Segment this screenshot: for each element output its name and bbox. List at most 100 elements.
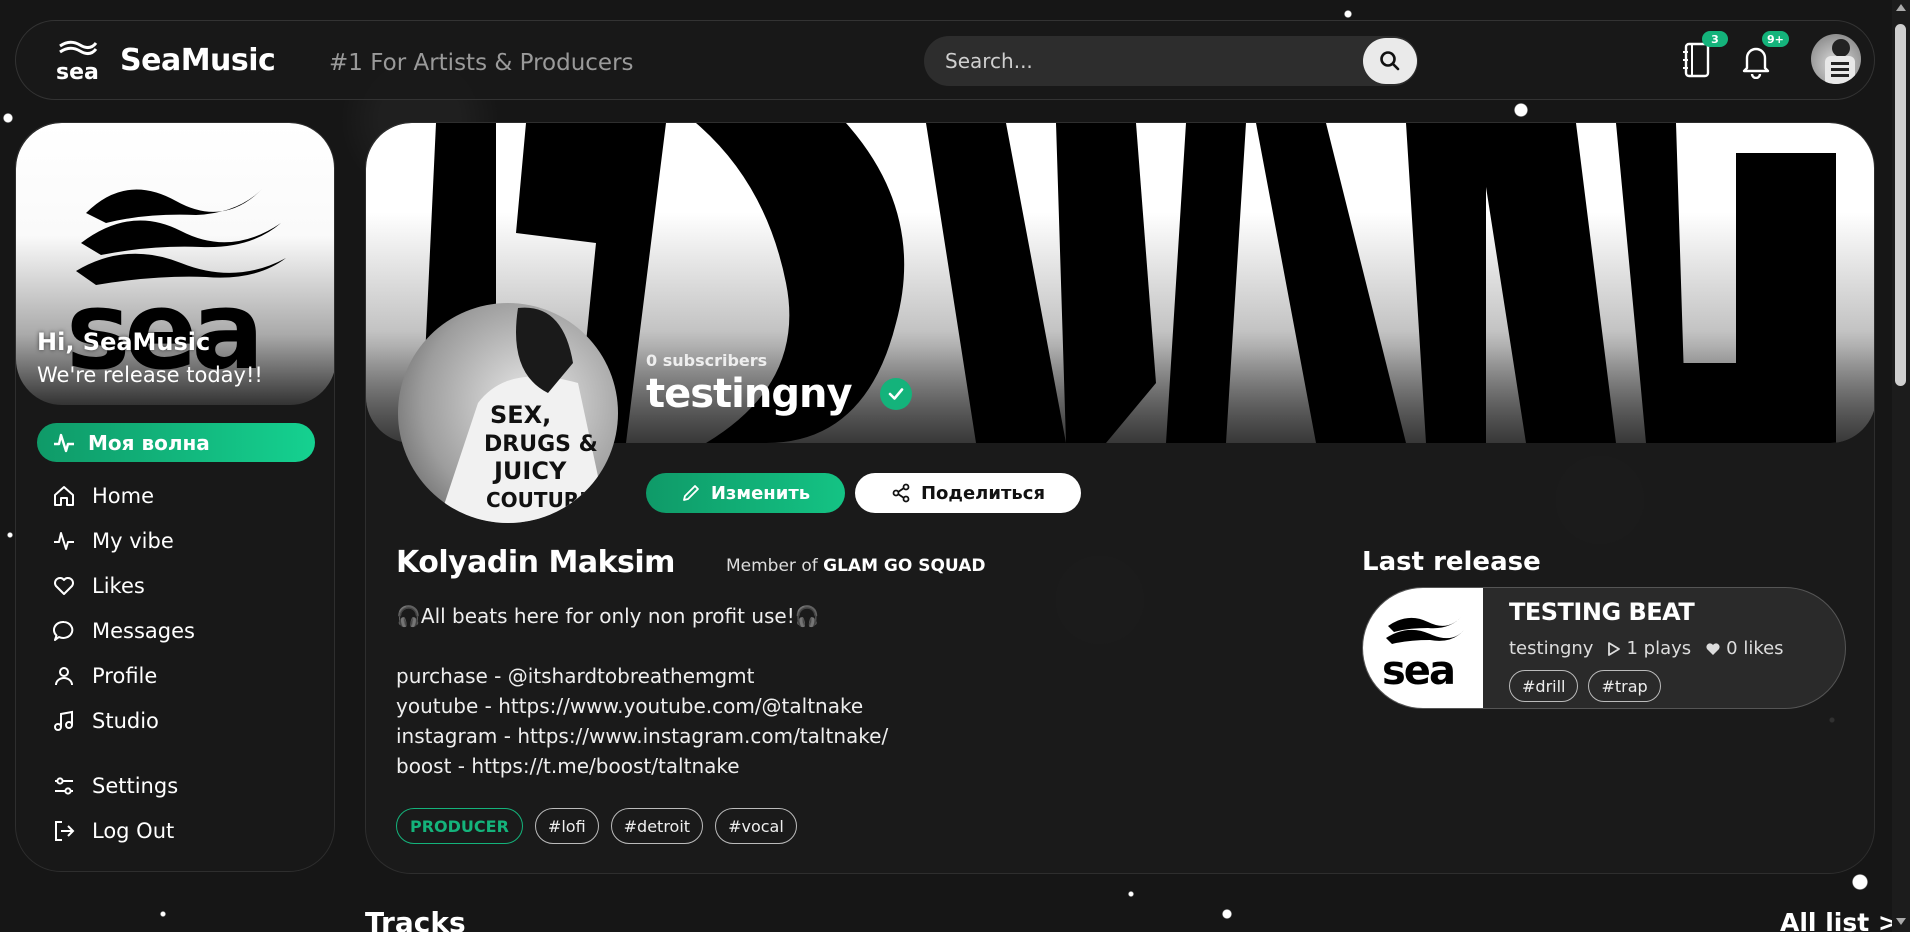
scroll-down-arrow-icon[interactable] [1896,918,1906,925]
search-icon [1380,51,1400,71]
tag-chip[interactable]: #detroit [610,808,704,844]
notifications-button[interactable]: 9+ [1736,31,1789,83]
sidebar-item-settings[interactable]: Settings [51,771,178,801]
search-input[interactable] [945,49,1345,73]
sidebar-item-home[interactable]: Home [51,481,154,511]
sidebar-item-label: Messages [92,619,195,643]
avatar-shirt-line: JUICY [492,457,567,485]
scroll-up-arrow-icon[interactable] [1896,4,1906,11]
sidebar-brand-card: sea Hi, SeaMusic We're release today!! [16,123,334,405]
profile-avatar-image: SEX, DRUGS & JUICY COUTURE [438,307,608,523]
search-button[interactable] [1363,38,1417,84]
last-release-card[interactable]: sea TESTING BEAT testingny 1 plays 0 lik… [1362,587,1846,709]
sidebar-item-my-wave[interactable]: Моя волна [37,423,315,462]
member-group-link[interactable]: GLAM GO SQUAD [823,556,985,576]
sidebar-item-my-vibe[interactable]: My vibe [51,526,174,556]
page-scrollbar[interactable] [1892,0,1910,932]
tag-chip[interactable]: #lofi [534,808,599,844]
library-button[interactable]: 3 [1676,31,1728,83]
brand-logo-icon[interactable]: sea [54,39,100,83]
profile-username: testingny [646,371,853,417]
edit-profile-button[interactable]: Изменить [646,473,845,513]
release-likes-count: 0 likes [1726,638,1784,659]
last-release-heading: Last release [1362,547,1541,577]
verified-badge-icon [880,378,912,410]
sidebar-item-label: Likes [92,574,145,598]
sidebar-item-messages[interactable]: Messages [51,616,195,646]
pulse-icon [54,433,74,452]
home-icon [54,486,74,506]
sidebar-item-label: Моя волна [88,430,210,455]
share-icon [892,483,910,503]
tag-chip[interactable]: #trap [1588,670,1661,702]
pencil-icon [682,485,699,501]
avatar-shirt-line: DRUGS & [484,432,598,457]
sidebar-item-logout[interactable]: Log Out [51,816,174,846]
sidebar-item-label: My vibe [92,529,174,553]
sea-logo-icon: sea [1382,616,1464,694]
play-icon [1608,641,1621,656]
subscriber-count: 0 subscribers [646,351,768,370]
release-plays: 1 plays [1607,638,1691,659]
share-profile-label: Поделиться [920,482,1045,504]
user-icon [55,667,73,686]
brand-logo-text: sea [56,60,99,83]
sidebar-item-label: Home [92,484,155,508]
cover-logo-text: sea [1382,648,1454,694]
sidebar-item-profile[interactable]: Profile [51,661,157,691]
avatar-image [1825,39,1855,84]
profile-link[interactable]: youtube - https://www.youtube.com/@taltn… [396,691,888,721]
search-bar [924,36,1418,86]
sidebar-item-label: Settings [92,774,179,798]
top-bar: sea SeaMusic #1 For Artists & Producers … [15,20,1875,100]
brand-name[interactable]: SeaMusic [120,43,276,78]
release-cover: sea [1363,588,1483,708]
sea-logo-text: sea [66,269,258,373]
sidebar-item-likes[interactable]: Likes [51,571,145,601]
sidebar-item-studio[interactable]: Studio [51,706,159,736]
share-profile-button[interactable]: Поделиться [855,473,1081,513]
release-likes: 0 likes [1705,638,1784,659]
brand-tagline: #1 For Artists & Producers [329,50,634,76]
tag-chip[interactable]: #drill [1509,670,1579,702]
profile-tags: PRODUCER #lofi #detroit #vocal [396,808,797,844]
release-artist[interactable]: testingny [1509,638,1593,659]
heart-icon [54,577,74,595]
edit-profile-label: Изменить [710,482,811,504]
profile-bio: 🎧All beats here for only non profit use!… [396,604,820,628]
profile-avatar[interactable]: SEX, DRUGS & JUICY COUTURE [398,303,618,523]
profile-links: purchase - @itshardtobreathemgmt youtube… [396,661,888,781]
notifications-badge: 9+ [1762,31,1789,47]
profile-link[interactable]: instagram - https://www.instagram.com/ta… [396,721,888,751]
tag-chip[interactable]: #vocal [715,808,797,844]
sidebar: sea Hi, SeaMusic We're release today!! М… [15,122,335,872]
sidebar-item-label: Studio [92,709,159,733]
profile-full-name: Kolyadin Maksim [396,545,675,580]
pulse-icon [54,532,74,550]
library-badge: 3 [1702,31,1728,47]
all-list-link[interactable]: All list > [1780,908,1899,932]
scrollbar-thumb[interactable] [1895,24,1906,386]
user-avatar[interactable] [1811,34,1861,84]
sidebar-item-label: Log Out [92,819,175,843]
heart-icon [1706,642,1720,655]
avatar-shirt-line: COUTURE [486,488,593,512]
release-meta: testingny 1 plays 0 likes [1509,638,1784,659]
sidebar-subtitle: We're release today!! [37,363,263,387]
music-note-icon [54,710,73,731]
profile-panel: SEX, DRUGS & JUICY COUTURE 0 subscribers… [365,122,1875,874]
release-title[interactable]: TESTING BEAT [1509,598,1695,626]
sidebar-item-label: Profile [92,664,158,688]
logout-icon [55,821,75,841]
membership-info: Member of GLAM GO SQUAD [726,556,985,576]
role-badge: PRODUCER [396,808,523,844]
release-tags: #drill #trap [1509,670,1661,702]
profile-link[interactable]: purchase - @itshardtobreathemgmt [396,661,888,691]
message-icon [52,620,74,641]
member-prefix: Member of [726,556,818,576]
avatar-shirt-line: SEX, [490,401,551,429]
sidebar-greeting: Hi, SeaMusic [37,328,211,356]
tracks-heading: Tracks [365,906,466,932]
release-plays-count: 1 plays [1626,638,1692,659]
profile-link[interactable]: boost - https://t.me/boost/taltnake [396,751,888,781]
